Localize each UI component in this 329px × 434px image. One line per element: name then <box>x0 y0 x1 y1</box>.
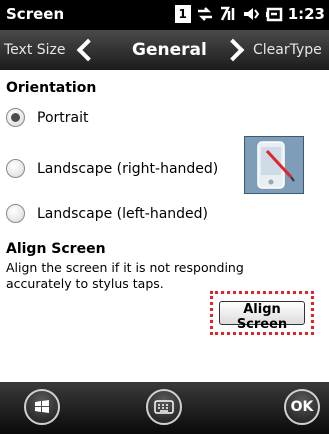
tab-previous[interactable]: Text Size <box>0 30 120 70</box>
battery-icon[interactable] <box>265 5 283 23</box>
softkey-bar: OK <box>0 382 329 434</box>
screen-settings-window: Screen 1 1:23 Text Size General ClearTyp… <box>0 0 329 434</box>
chevron-left-icon[interactable] <box>76 38 99 62</box>
keyboard-icon <box>154 400 174 414</box>
radio-button[interactable] <box>6 159 25 178</box>
align-screen-heading: Align Screen <box>6 241 106 257</box>
start-button[interactable] <box>24 389 60 425</box>
ok-button[interactable]: OK <box>284 389 320 425</box>
tab-next[interactable]: ClearType <box>219 30 329 70</box>
tab-next-label: ClearType <box>253 42 322 58</box>
orientation-heading: Orientation <box>6 80 97 96</box>
volume-icon[interactable] <box>242 5 260 23</box>
chevron-right-icon[interactable] <box>221 38 245 62</box>
tab-bar: Text Size General ClearType <box>0 30 329 70</box>
window-title: Screen <box>6 5 65 23</box>
radio-label-portrait: Portrait <box>37 109 89 126</box>
signal-icon[interactable] <box>219 5 237 23</box>
tab-previous-label: Text Size <box>4 42 66 58</box>
tab-current-label: General <box>132 40 207 60</box>
radio-landscape-left[interactable]: Landscape (left-handed) <box>6 204 208 223</box>
radio-button[interactable] <box>6 204 25 223</box>
radio-label-landscape-left: Landscape (left-handed) <box>37 205 209 222</box>
align-screen-button[interactable]: Align Screen <box>219 301 305 332</box>
align-screen-description: Align the screen if it is not responding… <box>6 260 244 291</box>
connectivity-icon[interactable] <box>196 5 214 23</box>
clock-time[interactable]: 1:23 <box>288 5 325 23</box>
settings-content: Orientation Portrait Landscape (right-ha… <box>0 70 329 382</box>
windows-logo-icon <box>35 400 49 413</box>
sim-card-icon: 1 <box>174 5 191 23</box>
status-icons: 1 1:23 <box>174 5 325 23</box>
status-bar: Screen 1 1:23 <box>0 0 329 30</box>
radio-landscape-right[interactable]: Landscape (right-handed) <box>6 159 218 178</box>
align-screen-highlight: Align Screen <box>210 291 314 335</box>
device-orientation-icon <box>244 136 304 194</box>
keyboard-button[interactable] <box>146 389 182 425</box>
radio-portrait[interactable]: Portrait <box>6 108 88 127</box>
radio-label-landscape-right: Landscape (right-handed) <box>37 160 219 177</box>
radio-button-selected[interactable] <box>6 108 25 127</box>
